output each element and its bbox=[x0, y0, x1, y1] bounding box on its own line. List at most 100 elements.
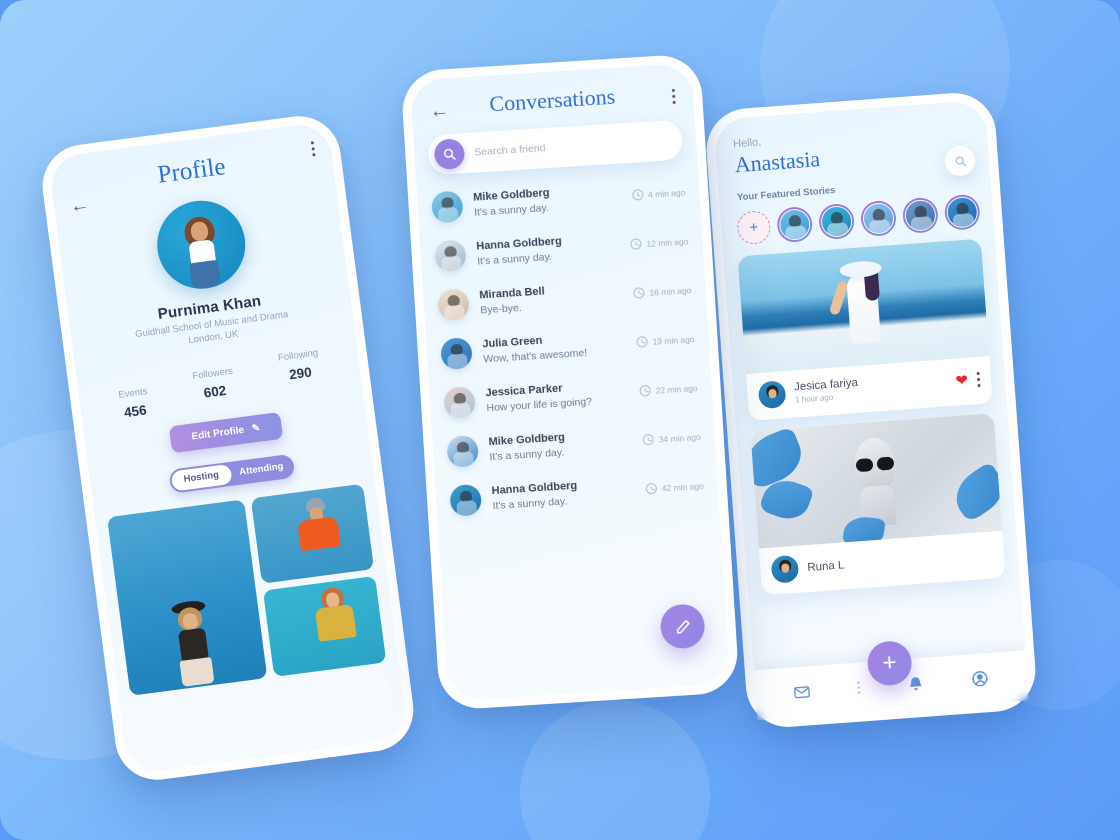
pencil-square-icon: ✎ bbox=[251, 422, 261, 435]
hosting-attending-toggle[interactable]: Hosting Attending bbox=[167, 453, 295, 494]
timestamp: 19 min ago bbox=[636, 333, 695, 348]
profile-avatar[interactable] bbox=[151, 195, 251, 295]
list-item-text: Mike Goldberg It's a sunny day. bbox=[473, 182, 633, 219]
sunglasses-icon bbox=[855, 456, 895, 473]
story-avatar-1[interactable] bbox=[775, 205, 814, 244]
post-photo-blue-art-woman[interactable] bbox=[750, 413, 1003, 549]
page-title: Profile bbox=[156, 153, 228, 189]
search-bar[interactable] bbox=[427, 119, 684, 176]
profile-header: ← Profile bbox=[48, 121, 335, 217]
list-item-text: Mike Goldberg It's a sunny day. bbox=[488, 427, 643, 463]
photo-woman-hat[interactable] bbox=[106, 499, 268, 696]
avatar bbox=[430, 190, 464, 224]
profile-screen: ← Profile Purnima Khan Guidhall School o… bbox=[47, 121, 409, 775]
story-avatar-3[interactable] bbox=[859, 199, 898, 238]
stat-label: Following bbox=[277, 347, 319, 364]
timestamp: 22 min ago bbox=[639, 382, 698, 397]
timestamp-text: 22 min ago bbox=[655, 382, 698, 396]
photo-woman-orange-coat[interactable] bbox=[250, 483, 375, 584]
timestamp-text: 4 min ago bbox=[647, 186, 686, 200]
photo-skirt bbox=[179, 656, 215, 687]
clock-icon bbox=[633, 287, 645, 299]
edit-profile-button[interactable]: Edit Profile ✎ bbox=[168, 411, 284, 453]
feed-post: Runa L bbox=[750, 413, 1006, 596]
add-story-button[interactable]: + bbox=[736, 209, 772, 246]
list-item-text: Miranda Bell Bye-bye. bbox=[479, 280, 634, 316]
avatar bbox=[449, 483, 483, 517]
stat-followers: Followers 602 bbox=[192, 365, 236, 401]
timestamp: 16 min ago bbox=[633, 284, 692, 299]
user-circle-icon bbox=[972, 671, 988, 687]
timestamp: 42 min ago bbox=[645, 480, 704, 495]
post-actions: ❤ bbox=[955, 371, 981, 390]
clock-icon bbox=[631, 189, 644, 201]
page-title: Conversations bbox=[488, 83, 616, 117]
photo-woman-yellow-top[interactable] bbox=[262, 576, 387, 677]
bell-icon bbox=[910, 676, 922, 690]
avatar bbox=[440, 337, 473, 371]
nav-profile[interactable] bbox=[971, 669, 990, 688]
timestamp: 12 min ago bbox=[630, 235, 689, 250]
timestamp-text: 19 min ago bbox=[652, 333, 695, 347]
photo-coat bbox=[297, 515, 341, 551]
edit-profile-label: Edit Profile bbox=[190, 424, 245, 443]
timestamp: 4 min ago bbox=[631, 186, 686, 201]
post-photo-beach-woman[interactable] bbox=[737, 238, 990, 375]
post-illustration-arm bbox=[828, 280, 849, 316]
clock-icon bbox=[639, 384, 651, 397]
phone-mockup-conversations: ← Conversations Mike Goldberg It's bbox=[400, 53, 740, 711]
search-icon[interactable] bbox=[433, 138, 466, 171]
stat-value: 290 bbox=[288, 364, 313, 382]
list-item-text: Jessica Parker How your life is going? bbox=[485, 378, 640, 414]
search-icon bbox=[954, 155, 966, 166]
art-flower bbox=[946, 461, 1003, 524]
post-author-avatar[interactable] bbox=[757, 380, 787, 410]
toggle-option-hosting[interactable]: Hosting bbox=[170, 463, 233, 492]
feed-post: Jesica fariya 1 hour ago ❤ bbox=[737, 238, 993, 421]
story-avatar-5[interactable] bbox=[943, 193, 981, 232]
toggle-option-attending[interactable]: Attending bbox=[230, 456, 293, 484]
compose-message-button[interactable] bbox=[659, 603, 706, 650]
stat-label: Events bbox=[117, 385, 149, 401]
phone-mockup-feed: Hello, Anastasia Your Featured Stories + bbox=[703, 90, 1039, 730]
nav-more[interactable] bbox=[856, 681, 861, 695]
conversations-screen: ← Conversations Mike Goldberg It's bbox=[409, 62, 731, 702]
bottom-navigation-bar: + bbox=[753, 639, 1029, 721]
story-avatar-4[interactable] bbox=[901, 196, 940, 235]
post-author-name: Runa L bbox=[806, 558, 845, 574]
stat-events: Events 456 bbox=[118, 386, 151, 421]
conversations-header: ← Conversations bbox=[410, 63, 694, 127]
list-item-text: Hanna Goldberg It's a sunny day. bbox=[476, 231, 631, 267]
timestamp-text: 16 min ago bbox=[649, 284, 692, 298]
post-meta: Jesica fariya 1 hour ago bbox=[794, 370, 957, 405]
clock-icon bbox=[636, 336, 648, 348]
avatar-jeans bbox=[189, 259, 222, 290]
clock-icon bbox=[642, 433, 655, 446]
feed-header: Hello, Anastasia bbox=[713, 100, 989, 180]
timestamp-text: 34 min ago bbox=[658, 431, 701, 445]
avatar bbox=[446, 434, 480, 468]
post-author-avatar[interactable] bbox=[770, 554, 800, 584]
feed-screen: Hello, Anastasia Your Featured Stories + bbox=[713, 99, 1029, 721]
avatar bbox=[433, 239, 467, 273]
list-item-text: Julia Green Wow, that's awesome! bbox=[482, 329, 637, 366]
app-showcase-canvas: ← Profile Purnima Khan Guidhall School o… bbox=[0, 0, 1120, 840]
pencil-icon bbox=[676, 619, 690, 634]
phone-mockup-profile: ← Profile Purnima Khan Guidhall School o… bbox=[37, 111, 419, 785]
story-avatar-2[interactable] bbox=[817, 202, 856, 241]
avatar bbox=[443, 386, 477, 419]
timestamp-text: 42 min ago bbox=[661, 480, 705, 493]
nav-alerts[interactable] bbox=[907, 674, 925, 692]
kebab-menu-icon[interactable] bbox=[976, 371, 981, 388]
stat-label: Followers bbox=[191, 365, 234, 382]
search-input[interactable] bbox=[474, 133, 677, 159]
background-blob bbox=[520, 700, 710, 840]
timestamp-text: 12 min ago bbox=[646, 235, 689, 249]
nav-messages[interactable] bbox=[793, 683, 811, 701]
stat-value: 602 bbox=[202, 382, 228, 401]
stat-following: Following 290 bbox=[277, 347, 321, 383]
post-meta: Runa L bbox=[807, 548, 993, 574]
conversation-list: Mike Goldberg It's a sunny day. 4 min ag… bbox=[416, 167, 719, 527]
heart-filled-icon[interactable]: ❤ bbox=[955, 372, 969, 390]
stat-value: 456 bbox=[123, 402, 148, 420]
